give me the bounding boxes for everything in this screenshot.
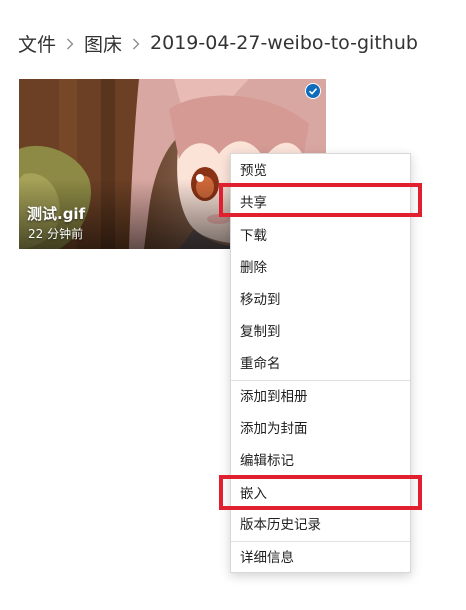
breadcrumb: 文件 图床 2019-04-27-weibo-to-github: [18, 28, 418, 58]
menu-item-move-to[interactable]: 移动到: [231, 284, 410, 316]
context-menu: 预览 共享 下载 删除 移动到 复制到 重命名 添加到相册 添加为封面 编辑标记…: [230, 153, 411, 573]
checkmark-circle-icon[interactable]: [305, 83, 321, 99]
chevron-right-icon: [122, 34, 150, 52]
chevron-right-icon: [56, 34, 84, 52]
menu-item-preview[interactable]: 预览: [231, 155, 410, 187]
menu-item-details[interactable]: 详细信息: [231, 542, 410, 574]
breadcrumb-item-files[interactable]: 文件: [18, 30, 56, 57]
file-name: 测试.gif: [27, 205, 86, 223]
menu-item-copy-to[interactable]: 复制到: [231, 316, 410, 348]
menu-item-add-to-album[interactable]: 添加到相册: [231, 381, 410, 413]
breadcrumb-item-current-folder: 2019-04-27-weibo-to-github: [150, 32, 418, 54]
file-modified-time: 22 分钟前: [28, 227, 84, 241]
menu-item-set-as-cover[interactable]: 添加为封面: [231, 413, 410, 445]
menu-item-rename[interactable]: 重命名: [231, 348, 410, 380]
menu-item-delete[interactable]: 删除: [231, 252, 410, 284]
breadcrumb-item-image-host[interactable]: 图床: [84, 30, 122, 57]
menu-item-version-history[interactable]: 版本历史记录: [231, 509, 410, 541]
menu-item-edit-tags[interactable]: 编辑标记: [231, 445, 410, 477]
menu-item-embed[interactable]: 嵌入: [231, 478, 410, 510]
menu-item-share[interactable]: 共享: [231, 187, 410, 219]
menu-item-download[interactable]: 下载: [231, 220, 410, 252]
page: 文件 图床 2019-04-27-weibo-to-github 测试.gif …: [0, 0, 466, 610]
